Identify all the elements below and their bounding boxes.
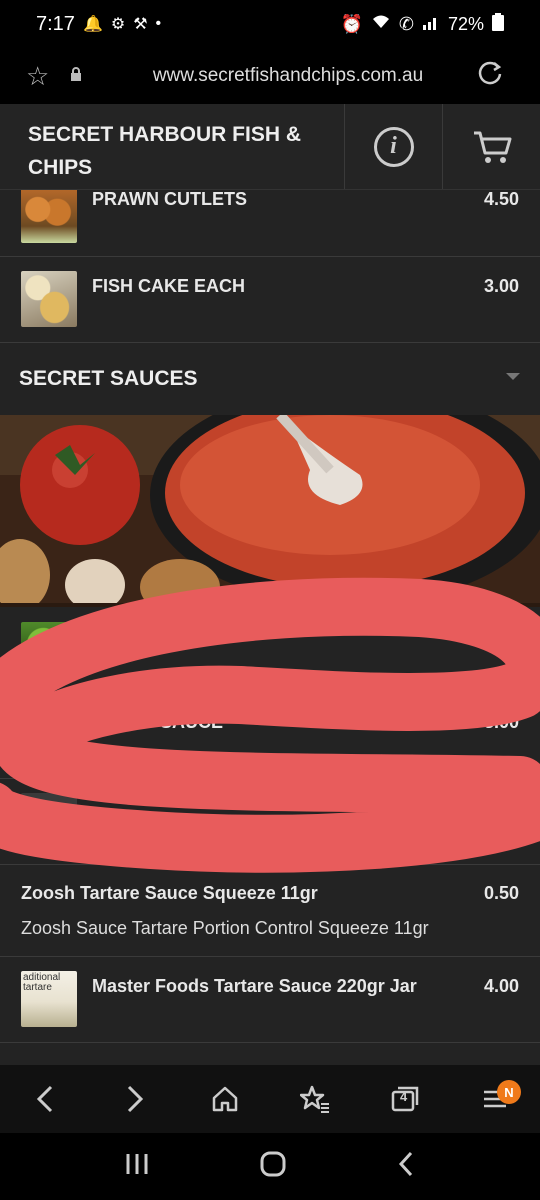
- tabs-count: 4: [400, 1089, 408, 1104]
- status-bar: 7:17 🔔 ⚙ ⚒ • ⏰ ✆ 72%: [0, 0, 540, 48]
- menu-item-fish-cake[interactable]: FISH CAKE EACH 3.00: [0, 257, 540, 343]
- menu-item-price: 0.50: [483, 883, 519, 903]
- reload-icon[interactable]: [468, 59, 512, 94]
- cart-button[interactable]: [442, 104, 540, 189]
- bookmarks-icon[interactable]: [285, 1074, 345, 1124]
- tabs-icon[interactable]: 4: [375, 1074, 435, 1124]
- menu-item-description: Zoosh Sauce Tartare Portion Control Sque…: [21, 918, 429, 938]
- headset-icon: ⚒: [133, 16, 148, 33]
- curry-sauce-thumbnail: [21, 707, 77, 763]
- lock-icon[interactable]: [70, 66, 98, 86]
- wifi-icon: [371, 14, 391, 35]
- mu-sauce-thumbnail: [21, 622, 77, 678]
- site-header: SECRET HARBOUR FISH & CHIPS i: [0, 104, 540, 190]
- back-arrow-icon[interactable]: [15, 1074, 75, 1124]
- menu-item-name: PRAWN CUTLETS: [92, 190, 247, 209]
- signal-icon: [422, 14, 440, 35]
- system-back-icon[interactable]: [396, 1150, 416, 1183]
- menu-item-name: FISH CAKE EACH: [92, 276, 246, 296]
- url-text[interactable]: www.secretfishandchips.com.au: [108, 65, 468, 87]
- menu-item-name: Zoosh Tartare Sauce Squeeze 11gr: [21, 883, 318, 903]
- status-time: 7:17: [36, 12, 75, 35]
- menu-item-name: CURRY SAUCE: [92, 712, 224, 732]
- menu-item-name: MU: [92, 626, 120, 646]
- menu-item-curry-sauce[interactable]: CURRY SAUCE 3.00: [0, 693, 540, 779]
- section-title: SECRET SAUCES: [19, 367, 198, 390]
- section-secret-sauces[interactable]: SECRET SAUCES: [0, 343, 540, 415]
- menu-content: PRAWN CUTLETS 4.50 FISH CAKE EACH 3.00 S…: [0, 190, 540, 1065]
- menu-hamburger-icon[interactable]: N: [465, 1074, 525, 1124]
- system-nav-bar: [0, 1133, 540, 1200]
- jar-label-text: aditional tartare: [23, 972, 61, 993]
- chevron-down-icon[interactable]: [506, 373, 520, 380]
- notification-badge: N: [497, 1080, 521, 1104]
- masterfoods-jar-thumbnail: aditional tartare: [21, 971, 77, 1027]
- bookmark-star-icon[interactable]: ☆: [26, 61, 66, 92]
- home-icon[interactable]: [195, 1074, 255, 1124]
- battery-percent: 72%: [447, 13, 484, 34]
- menu-item-mu-sauce[interactable]: MU: [0, 607, 540, 693]
- menu-item-price: 4.00: [483, 976, 519, 996]
- browser-url-bar: ☆ www.secretfishandchips.com.au: [0, 48, 540, 104]
- info-icon: i: [373, 126, 414, 167]
- site-title[interactable]: SECRET HARBOUR FISH & CHIPS: [0, 104, 344, 189]
- menu-item-hidden-sauce[interactable]: [0, 779, 540, 865]
- status-system-icons: ⏰ ✆ 72%: [340, 12, 504, 36]
- forward-arrow-icon[interactable]: [105, 1074, 165, 1124]
- hidden-sauce-thumbnail: [21, 793, 77, 849]
- wifi-calling-icon: ✆: [398, 13, 414, 34]
- menu-item-masterfoods-tartare[interactable]: aditional tartare Master Foods Tartare S…: [0, 957, 540, 1043]
- battery-icon: [492, 12, 504, 36]
- dot-icon: •: [155, 15, 162, 32]
- gear-icon: ⚙: [110, 16, 126, 33]
- sauces-banner-image: [0, 415, 540, 607]
- alarm-icon: ⏰: [340, 13, 363, 34]
- bell-icon: 🔔: [82, 16, 103, 33]
- menu-item-price: 4.50: [483, 190, 519, 209]
- info-button[interactable]: i: [344, 104, 442, 189]
- fish-cake-thumbnail: [21, 271, 77, 327]
- menu-item-name: Master Foods Tartare Sauce 220gr Jar: [92, 976, 417, 996]
- menu-item-prawn-cutlets[interactable]: PRAWN CUTLETS 4.50: [0, 190, 540, 257]
- system-home-icon[interactable]: [259, 1150, 287, 1183]
- recent-apps-icon[interactable]: [124, 1152, 150, 1181]
- menu-item-price: 3.00: [483, 276, 519, 296]
- menu-item-zoosh-tartare[interactable]: Zoosh Tartare Sauce Squeeze 11gr 0.50 Zo…: [0, 865, 540, 957]
- menu-item-price: 3.00: [483, 712, 519, 732]
- prawn-cutlets-thumbnail: [21, 190, 77, 243]
- cart-icon: [473, 131, 511, 163]
- browser-bottom-nav: 4 N: [0, 1065, 540, 1133]
- status-notification-icons: 🔔 ⚙ ⚒ •: [83, 14, 161, 34]
